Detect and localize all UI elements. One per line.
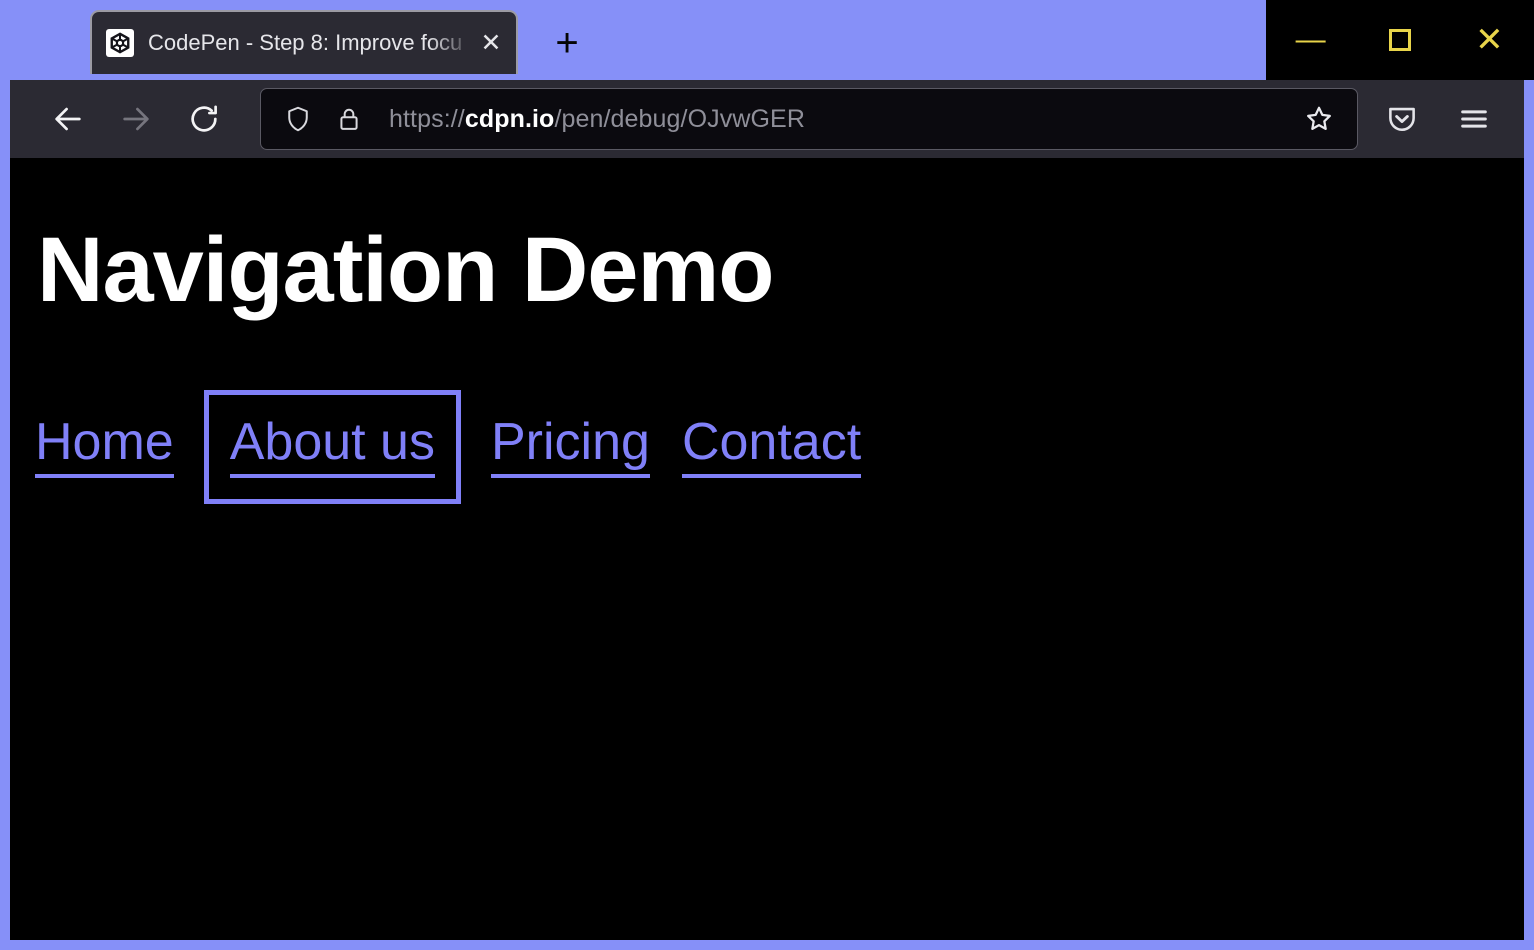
nav-link-contact[interactable]: Contact xyxy=(682,416,861,478)
page-viewport: Navigation Demo Home About us Pricing Co… xyxy=(10,158,1524,940)
navigation-toolbar: https://cdpn.io/pen/debug/OJvwGER xyxy=(10,80,1524,158)
reload-button[interactable] xyxy=(170,85,238,153)
title-bar: CodePen - Step 8: Improve focu ✕ + — ✕ xyxy=(0,0,1534,80)
tab-close-icon[interactable]: ✕ xyxy=(476,28,506,58)
window-maximize-button[interactable] xyxy=(1367,13,1433,67)
bookmark-button[interactable] xyxy=(1293,93,1345,145)
pocket-icon xyxy=(1385,102,1419,136)
tab-title: CodePen - Step 8: Improve focu xyxy=(148,11,474,74)
pocket-button[interactable] xyxy=(1366,85,1438,153)
app-menu-button[interactable] xyxy=(1438,85,1510,153)
window-controls: — ✕ xyxy=(1266,0,1534,80)
site-navigation: Home About us Pricing Contact xyxy=(35,416,861,478)
window-minimize-button[interactable]: — xyxy=(1278,13,1344,67)
browser-tab-codepen[interactable]: CodePen - Step 8: Improve focu ✕ xyxy=(90,10,518,74)
url-host: cdpn.io xyxy=(465,105,555,133)
url-scheme: https:// xyxy=(389,105,465,133)
forward-arrow-icon xyxy=(119,102,153,136)
browser-window: CodePen - Step 8: Improve focu ✕ + — ✕ xyxy=(0,0,1534,950)
nav-link-home[interactable]: Home xyxy=(35,416,174,478)
address-bar-url[interactable]: https://cdpn.io/pen/debug/OJvwGER xyxy=(389,105,1293,134)
window-close-button[interactable]: ✕ xyxy=(1456,13,1522,67)
page-title: Navigation Demo xyxy=(37,224,773,316)
shield-icon xyxy=(283,104,313,134)
maximize-square-icon xyxy=(1389,29,1411,51)
url-path: /pen/debug/OJvwGER xyxy=(554,105,805,133)
hamburger-menu-icon xyxy=(1457,102,1491,136)
address-bar-identity xyxy=(283,104,363,134)
forward-button[interactable] xyxy=(102,85,170,153)
star-icon xyxy=(1303,103,1335,135)
address-bar[interactable]: https://cdpn.io/pen/debug/OJvwGER xyxy=(260,88,1358,150)
nav-link-pricing[interactable]: Pricing xyxy=(491,416,650,478)
toolbar-right-actions xyxy=(1366,85,1524,153)
new-tab-button[interactable]: + xyxy=(538,14,596,72)
tab-strip: CodePen - Step 8: Improve focu ✕ + xyxy=(0,0,596,80)
reload-icon xyxy=(187,102,221,136)
codepen-logo-icon xyxy=(106,29,134,57)
back-arrow-icon xyxy=(51,102,85,136)
back-button[interactable] xyxy=(34,85,102,153)
padlock-icon xyxy=(335,105,363,133)
nav-link-about-us[interactable]: About us xyxy=(230,416,435,478)
